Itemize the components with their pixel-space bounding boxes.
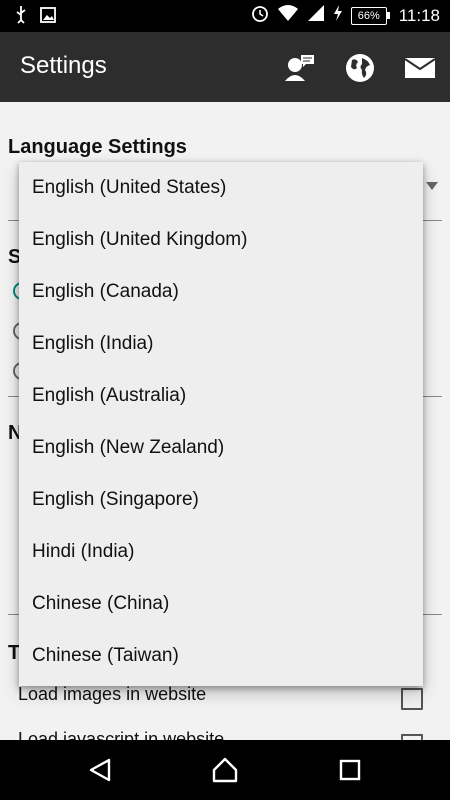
- dropdown-item[interactable]: English (Australia): [19, 370, 423, 422]
- status-bar: 66% 11:18: [0, 0, 450, 32]
- back-icon[interactable]: [86, 756, 114, 784]
- image-icon: [40, 7, 56, 28]
- language-dropdown: English (United States) English (United …: [19, 162, 423, 686]
- signal-icon: [307, 4, 325, 27]
- wifi-icon: [277, 4, 299, 27]
- dropdown-item[interactable]: Chinese (Taiwan): [19, 630, 423, 682]
- dropdown-item[interactable]: English (New Zealand): [19, 422, 423, 474]
- alarm-icon: [251, 4, 269, 27]
- dropdown-item[interactable]: Chinese (China): [19, 578, 423, 630]
- navigation-bar: [0, 740, 450, 800]
- load-images-label: Load images in website: [18, 684, 207, 704]
- dropdown-item[interactable]: English (Canada): [19, 266, 423, 318]
- load-images-checkbox[interactable]: [401, 688, 423, 710]
- dropdown-item[interactable]: English (United Kingdom): [19, 214, 423, 266]
- app-bar: Settings: [0, 32, 450, 102]
- dropdown-item[interactable]: English (Singapore): [19, 474, 423, 526]
- globe-icon[interactable]: [342, 50, 378, 86]
- mail-icon[interactable]: [402, 50, 438, 86]
- dropdown-item[interactable]: English (United States): [19, 162, 423, 214]
- chat-person-icon[interactable]: [282, 50, 318, 86]
- recents-icon[interactable]: [336, 756, 364, 784]
- page-title: Settings: [20, 52, 107, 79]
- language-settings-header: Language Settings: [8, 136, 187, 158]
- dropdown-item[interactable]: Hindi (India): [19, 526, 423, 578]
- home-icon[interactable]: [211, 756, 239, 784]
- dropdown-item[interactable]: English (India): [19, 318, 423, 370]
- language-spinner-arrow[interactable]: [426, 182, 438, 190]
- charging-icon: [333, 5, 343, 26]
- load-javascript-label: Load javascript in website: [18, 729, 225, 740]
- battery-indicator: 66%: [350, 6, 390, 25]
- clock: 11:18: [398, 5, 440, 25]
- usb-icon: [14, 6, 28, 29]
